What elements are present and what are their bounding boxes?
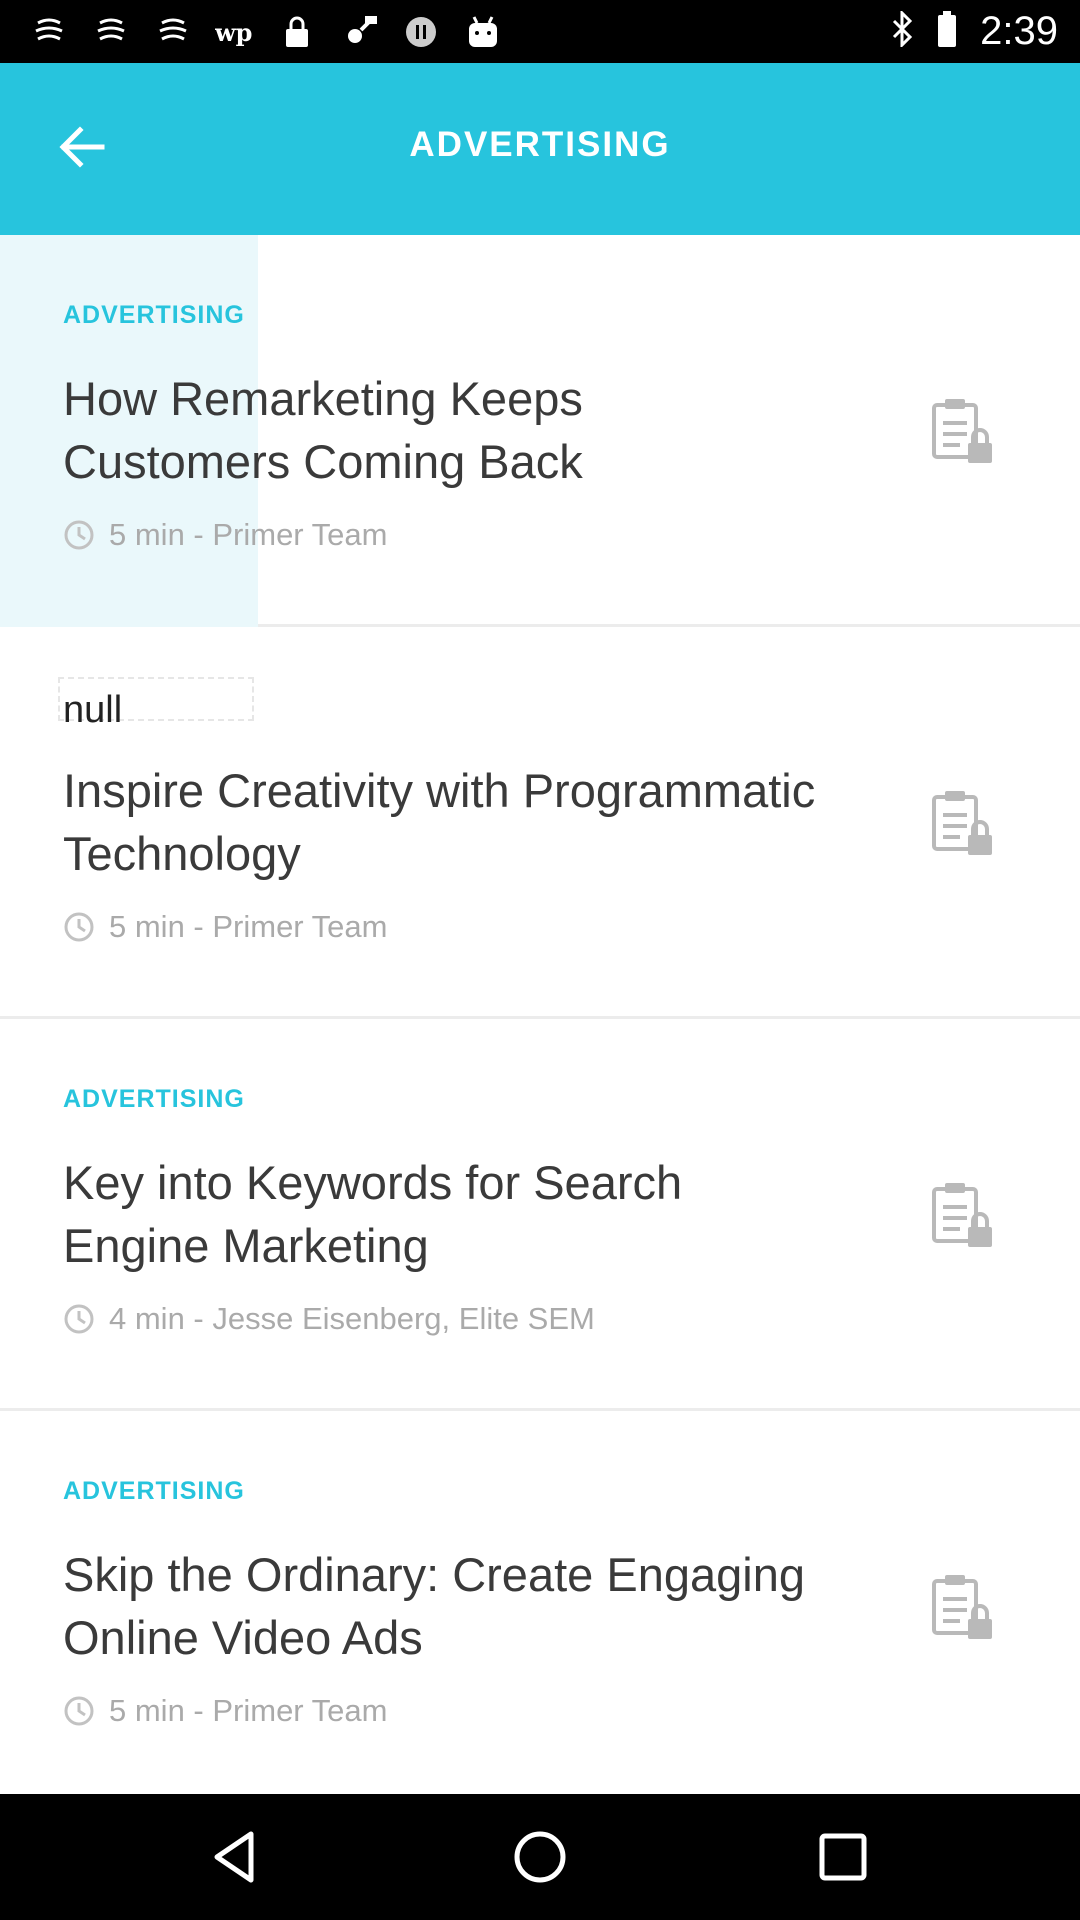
back-triangle-icon	[214, 1831, 254, 1883]
article-meta-text: 4 min - Jesse Eisenberg, Elite SEM	[109, 1301, 595, 1336]
list-item[interactable]: null Inspire Creativity with Programmati…	[0, 627, 1080, 1019]
android-icon	[462, 11, 504, 53]
status-bar: wp 2:39	[0, 0, 1080, 63]
clock-icon	[64, 520, 94, 550]
article-meta: 5 min - Primer Team	[63, 517, 388, 553]
page-title: ADVERTISING	[409, 125, 671, 164]
list-item[interactable]: ADVERTISING Skip the Ordinary: Create En…	[0, 1411, 1080, 1803]
status-time: 2:39	[980, 9, 1058, 53]
fake-gps-icon	[338, 11, 380, 53]
article-category: null	[63, 689, 123, 731]
article-meta: 5 min - Primer Team	[63, 909, 388, 945]
nav-back-button[interactable]	[203, 1824, 269, 1890]
locked-document-icon	[932, 791, 992, 855]
article-meta: 4 min - Jesse Eisenberg, Elite SEM	[63, 1301, 595, 1337]
notification-icon	[28, 11, 70, 53]
locked-document-icon	[932, 1183, 992, 1247]
article-title: How Remarketing Keeps Customers Coming B…	[63, 372, 583, 488]
article-category: ADVERTISING	[63, 1477, 245, 1505]
article-meta-text: 5 min - Primer Team	[109, 517, 388, 552]
status-right: 2:39	[890, 0, 1058, 63]
home-circle-icon	[514, 1831, 566, 1883]
clock-icon	[64, 1696, 94, 1726]
article-category: ADVERTISING	[63, 301, 245, 329]
article-list: ADVERTISING How Remarketing Keeps Custom…	[0, 235, 1080, 1803]
list-item[interactable]: ADVERTISING How Remarketing Keeps Custom…	[0, 235, 1080, 627]
nav-recents-button[interactable]	[810, 1824, 876, 1890]
article-meta-text: 5 min - Primer Team	[109, 909, 388, 944]
bluetooth-icon	[890, 9, 914, 52]
list-item[interactable]: ADVERTISING Key into Keywords for Search…	[0, 1019, 1080, 1411]
status-icons-left: wp	[28, 8, 504, 56]
system-nav-bar	[0, 1794, 1080, 1920]
article-category: ADVERTISING	[63, 1085, 245, 1113]
battery-icon	[936, 10, 958, 53]
article-title: Key into Keywords for Search Engine Mark…	[63, 1156, 683, 1272]
article-title: Skip the Ordinary: Create Engaging Onlin…	[63, 1548, 805, 1664]
recents-square-icon	[819, 1833, 867, 1881]
article-title: Inspire Creativity with Programmatic Tec…	[63, 764, 816, 880]
wp-icon: wp	[214, 11, 256, 53]
lock-icon	[276, 11, 318, 53]
notification-icon	[90, 11, 132, 53]
app-bar: ADVERTISING	[0, 63, 1080, 235]
notification-icon	[152, 11, 194, 53]
pause-circle-icon	[400, 11, 442, 53]
svg-text:wp: wp	[215, 18, 252, 47]
clock-icon	[64, 912, 94, 942]
article-meta-text: 5 min - Primer Team	[109, 1693, 388, 1728]
locked-document-icon	[932, 1575, 992, 1639]
locked-document-icon	[932, 399, 992, 463]
clock-icon	[64, 1304, 94, 1334]
nav-home-button[interactable]	[507, 1824, 573, 1890]
article-meta: 5 min - Primer Team	[63, 1693, 388, 1729]
